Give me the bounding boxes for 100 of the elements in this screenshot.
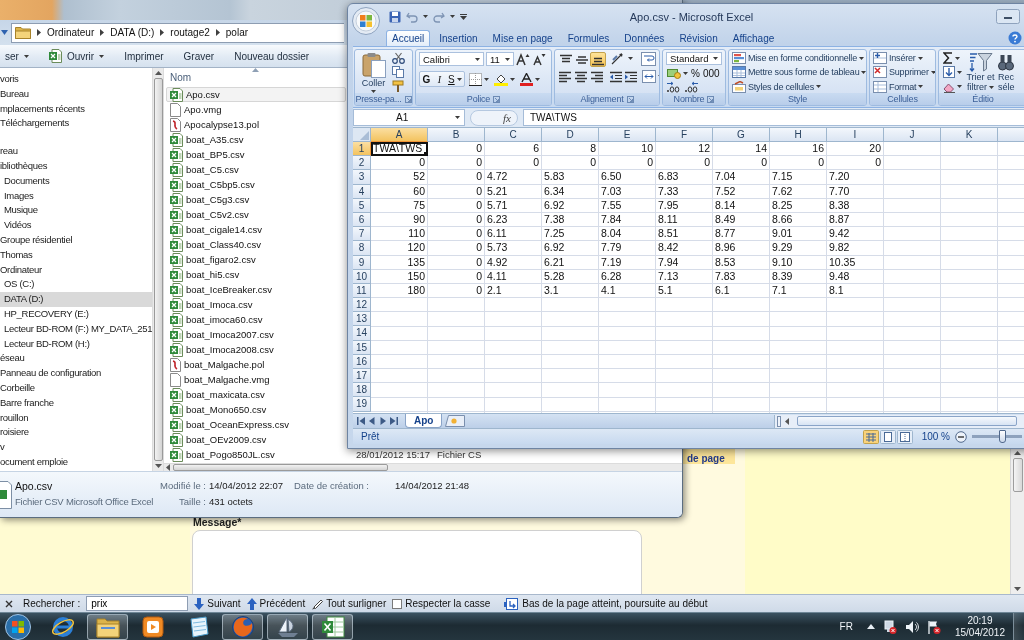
- start-button[interactable]: [3, 613, 33, 640]
- flag-icon[interactable]: [926, 619, 941, 634]
- customize-caret-icon[interactable]: [460, 13, 467, 20]
- caret-icon[interactable]: [475, 57, 480, 61]
- nav-item[interactable]: Documents: [0, 173, 152, 189]
- match-case-option[interactable]: Respecter la casse: [392, 598, 491, 609]
- file-row[interactable]: boat_cigale14.csv: [166, 222, 346, 237]
- breadcrumb-item[interactable]: DATA (D:): [110, 27, 155, 38]
- file-row[interactable]: boat_Malgache.vmg: [166, 372, 346, 387]
- ribbon-tab[interactable]: Insertion: [433, 30, 484, 46]
- file-row[interactable]: boat_Imoca2007.csv: [166, 327, 346, 342]
- next-button[interactable]: Suivant: [194, 597, 241, 610]
- nav-item[interactable]: v: [0, 440, 152, 455]
- caret-icon[interactable]: [918, 85, 924, 89]
- sheet-tab[interactable]: Apo: [405, 414, 443, 428]
- font-name-field[interactable]: Calibri: [419, 52, 484, 66]
- row-header[interactable]: 7: [353, 227, 371, 242]
- decimal-increase-icon[interactable]: [666, 81, 682, 93]
- zoom-level[interactable]: 100 %: [921, 431, 950, 442]
- scissors-icon[interactable]: [392, 52, 405, 64]
- indent-increase-icon[interactable]: [624, 71, 638, 83]
- column-header[interactable]: K: [941, 128, 998, 142]
- show-hidden-icons-icon[interactable]: [866, 624, 875, 629]
- style-menu-button[interactable]: Styles de cellules: [732, 80, 866, 93]
- previous-button[interactable]: Précédent: [246, 597, 306, 610]
- caret-icon[interactable]: [713, 57, 718, 60]
- fill-button[interactable]: [942, 66, 963, 79]
- caret-icon[interactable]: [955, 56, 960, 60]
- scroll-thumb[interactable]: [173, 464, 388, 471]
- nav-item[interactable]: ibliothèques: [0, 159, 152, 174]
- nav-item[interactable]: Vidéos: [0, 218, 152, 233]
- nav-item[interactable]: Musique: [0, 203, 152, 219]
- nav-item[interactable]: Ordinateur: [0, 262, 152, 278]
- nav-item[interactable]: Bureau: [0, 86, 152, 102]
- nav-item[interactable]: OS (C:): [0, 277, 152, 293]
- caret-icon[interactable]: [683, 71, 688, 75]
- scroll-left-icon[interactable]: [166, 464, 170, 471]
- caret-icon[interactable]: [99, 54, 105, 58]
- nav-item[interactable]: Barre franche: [0, 395, 152, 411]
- clock-date[interactable]: 15/04/2012: [954, 626, 1005, 639]
- nav-item[interactable]: roisiere: [0, 425, 152, 441]
- row-header[interactable]: 1: [353, 142, 371, 157]
- copy-icon[interactable]: [392, 66, 405, 78]
- toolbar-button[interactable]: Ouvrir: [43, 46, 110, 66]
- breadcrumb-item[interactable]: polar: [225, 27, 249, 38]
- toolbar-button[interactable]: Graver: [178, 46, 220, 66]
- borders-button[interactable]: [467, 72, 490, 86]
- sum-button[interactable]: [942, 52, 963, 65]
- ribbon-tab[interactable]: Données: [618, 30, 671, 46]
- nav-item[interactable]: reau: [0, 144, 152, 159]
- caret-icon[interactable]: [815, 85, 821, 89]
- caret-icon[interactable]: [957, 85, 962, 89]
- file-row[interactable]: Apo.csv: [166, 87, 346, 102]
- vertical-scrollbar[interactable]: [1010, 448, 1024, 594]
- new-sheet-icon[interactable]: [445, 415, 466, 427]
- align-right-icon[interactable]: [590, 71, 604, 83]
- number-format-field[interactable]: Standard: [666, 52, 722, 65]
- formula-field[interactable]: TWA\TWS: [523, 109, 1024, 126]
- chevron-icon[interactable]: [215, 29, 220, 36]
- minimize-button[interactable]: [996, 9, 1020, 24]
- nav-item[interactable]: ocument emploie: [0, 454, 152, 470]
- chevron-icon[interactable]: [160, 29, 165, 36]
- ribbon-tab[interactable]: Accueil: [386, 30, 431, 46]
- nav-item[interactable]: Images: [0, 188, 152, 204]
- decimal-decrease-icon[interactable]: [684, 81, 700, 93]
- first-sheet-icon[interactable]: [357, 417, 365, 425]
- font-shrink-icon[interactable]: [532, 52, 546, 66]
- find-field[interactable]: prix: [86, 596, 189, 611]
- caret-icon[interactable]: [989, 85, 994, 89]
- cells-menu-button[interactable]: Supprimer: [873, 66, 935, 79]
- nav-item[interactable]: Panneau de configuration: [0, 366, 152, 381]
- sort-filter-button[interactable]: Trier et filtrer: [965, 52, 996, 93]
- cells-menu-button[interactable]: Format: [873, 80, 935, 93]
- scroll-thumb[interactable]: [153, 78, 163, 461]
- chevron-icon[interactable]: [100, 29, 105, 36]
- page-layout-button[interactable]: [879, 429, 896, 444]
- column-header[interactable]: I: [827, 128, 884, 142]
- caret-icon[interactable]: [957, 71, 962, 74]
- file-row[interactable]: boat_OceanExpress.csv: [166, 417, 346, 432]
- nav-item[interactable]: Lecteur BD-ROM (H:): [0, 336, 152, 352]
- caret-icon[interactable]: [450, 15, 455, 18]
- nav-item[interactable]: Groupe résidentiel: [0, 232, 152, 248]
- breadcrumb-item[interactable]: Ordinateur: [47, 27, 95, 38]
- file-row[interactable]: boat_Class40.csv: [166, 237, 346, 252]
- file-row[interactable]: boat_Mono650.csv: [166, 402, 346, 417]
- checkbox[interactable]: [392, 598, 403, 609]
- column-header[interactable]: J: [884, 128, 941, 142]
- table-cell[interactable]: TWA\TWS: [371, 142, 428, 157]
- row-header[interactable]: 14: [353, 326, 371, 341]
- align-center-icon[interactable]: [574, 71, 588, 83]
- file-row[interactable]: boat_Pogo850JL.csv 28/01/2012 15:17 Fichier CS: [166, 447, 483, 462]
- column-header[interactable]: G: [713, 128, 770, 142]
- file-row[interactable]: boat_Malgache.pol: [166, 357, 346, 372]
- font-grow-icon[interactable]: [516, 52, 530, 66]
- file-row[interactable]: boat_figaro2.csv: [166, 252, 346, 267]
- scroll-thumb[interactable]: [1012, 458, 1023, 492]
- caret-icon[interactable]: [455, 116, 460, 119]
- file-row[interactable]: boat_hi5.csv: [166, 267, 346, 282]
- file-row[interactable]: boat_Imoca.csv: [166, 297, 346, 312]
- fill-color-button[interactable]: [492, 72, 516, 86]
